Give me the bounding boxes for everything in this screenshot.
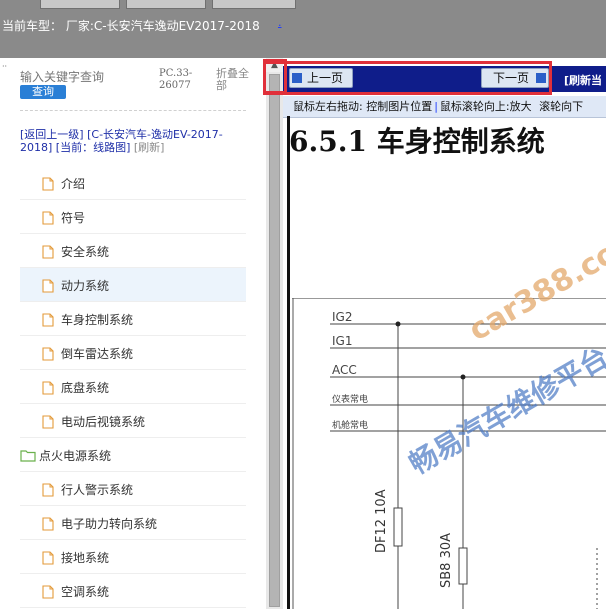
tree-item[interactable]: 接地系统 xyxy=(20,540,246,574)
tree-item-label: 倒车雷达系统 xyxy=(61,347,134,361)
rail-label-ig1: IG1 xyxy=(332,334,352,348)
toolbar-button-2[interactable] xyxy=(126,0,206,9)
tree-item[interactable]: 空调系统 xyxy=(20,574,246,608)
tree-item[interactable]: 安全系统 xyxy=(20,234,246,268)
refresh-link[interactable]: [刷新] xyxy=(134,141,165,154)
tree-item-label: 行人警示系统 xyxy=(61,483,134,497)
tree-item[interactable]: 电子助力转向系统 xyxy=(20,506,246,540)
tree-item-label: 车身控制系统 xyxy=(61,313,134,327)
current-crumb: [当前：线路图] xyxy=(55,141,131,154)
document-icon xyxy=(42,517,54,531)
tree-item-label: 符号 xyxy=(61,211,86,225)
tree-item[interactable]: 底盘系统 xyxy=(20,370,246,404)
tree-item[interactable]: 电动后视镜系统 xyxy=(20,404,246,438)
tree-item-label: 介绍 xyxy=(61,177,86,191)
document-icon xyxy=(42,347,54,361)
diagram-viewer: 上一页 下一页 [刷新当 鼠标左右拖动: 控制图片位置 | 鼠标滚轮向上:放大 滚轮… xyxy=(283,58,606,609)
document-icon xyxy=(42,211,54,225)
scroll-thumb[interactable] xyxy=(269,74,280,607)
vertical-scrollbar[interactable]: ▲ xyxy=(266,58,283,609)
tree-item[interactable]: 行人警示系统 xyxy=(20,472,246,506)
document-icon xyxy=(42,245,54,259)
back-link[interactable]: [返回上一级] xyxy=(20,128,84,141)
tree-item[interactable]: 点火电源系统 xyxy=(20,438,246,472)
current-model-label: 当前车型： 厂家:C-长安汽车逸动EV2017-2018 xyxy=(2,19,260,33)
breadcrumb: [返回上一级] [C-长安汽车-逸动EV-2017-2018] [当前：线路图]… xyxy=(20,128,250,154)
page-title: 6.5.1 车身控制系统 xyxy=(289,125,545,158)
app-window: { "header": { "current_model": "当前车型： 厂家… xyxy=(0,0,606,609)
usage-hint-bar: 鼠标左右拖动: 控制图片位置 | 鼠标滚轮向上:放大 滚轮向下 xyxy=(283,96,606,118)
tree-item[interactable]: 介绍 xyxy=(20,166,246,200)
junction-dot-2 xyxy=(460,374,466,380)
splitter-grip-icon: ·· xyxy=(2,62,8,71)
tree-item[interactable]: 动力系统 xyxy=(20,268,246,302)
tree-item-label: 电子助力转向系统 xyxy=(61,517,158,531)
tree-item-label: 空调系统 xyxy=(61,585,110,599)
tree-item-label: 动力系统 xyxy=(61,279,110,293)
tree-item-label: 底盘系统 xyxy=(61,381,110,395)
tree-item[interactable]: 符号 xyxy=(20,200,246,234)
document-icon xyxy=(42,551,54,565)
search-button[interactable]: 查询 xyxy=(20,85,66,99)
document-icon xyxy=(42,415,54,429)
tree-item-label: 点火电源系统 xyxy=(39,449,112,463)
toolbar-button-1[interactable] xyxy=(40,0,120,9)
hint-wheel-down: 滚轮向下 xyxy=(539,100,584,113)
document-code: PC.33-26077 xyxy=(159,68,193,91)
document-icon xyxy=(42,381,54,395)
tree-item[interactable]: 车身控制系统 xyxy=(20,302,246,336)
tree-item[interactable]: 倒车雷达系统 xyxy=(20,336,246,370)
fuse-df12[interactable] xyxy=(393,507,403,547)
rail-label-ig2: IG2 xyxy=(332,310,352,324)
folder-icon xyxy=(20,450,36,462)
document-icon xyxy=(42,483,54,497)
left-panel: ·· 查询 PC.33-26077 折叠全部 [返回上一级] [C-长安汽车-逸… xyxy=(0,58,266,609)
toolbar-button-3[interactable] xyxy=(212,0,296,9)
document-icon xyxy=(42,177,54,191)
refresh-current-link[interactable]: [刷新当 xyxy=(564,72,602,88)
document-icon xyxy=(42,279,54,293)
search-input[interactable] xyxy=(20,70,150,84)
model-link[interactable]: . xyxy=(278,16,282,29)
tree-item-label: 电动后视镜系统 xyxy=(61,415,146,429)
fuse-label-df12: DF12 10A xyxy=(374,489,389,553)
rail-label-acc: ACC xyxy=(332,363,357,377)
divider xyxy=(20,110,246,111)
system-tree: 介绍符号安全系统动力系统车身控制系统 倒车雷达系统 底盘系统电动后视镜系统点火电源系… xyxy=(20,166,246,608)
hint-drag: 鼠标左右拖动: 控制图片位置 xyxy=(293,100,433,113)
top-header-bar: 当前车型： 厂家:C-长安汽车逸动EV2017-2018 . xyxy=(0,0,606,58)
junction-dot-1 xyxy=(395,321,401,327)
fold-all-button[interactable]: 折叠全部 xyxy=(216,68,256,92)
highlight-box-nav xyxy=(263,61,552,95)
fuse-sb8[interactable] xyxy=(458,547,468,585)
hint-wheel-up: 鼠标滚轮向上:放大 xyxy=(439,100,532,113)
document-icon xyxy=(42,585,54,599)
tree-item-label: 安全系统 xyxy=(61,245,110,259)
rail-label-engine: 机舱常电 xyxy=(332,419,368,431)
tree-item-label: 接地系统 xyxy=(61,551,110,565)
rail-label-meter: 仪表常电 xyxy=(332,393,368,405)
fuse-label-sb8: SB8 30A xyxy=(439,533,454,588)
document-icon xyxy=(42,313,54,327)
hint-separator: | xyxy=(434,100,438,113)
